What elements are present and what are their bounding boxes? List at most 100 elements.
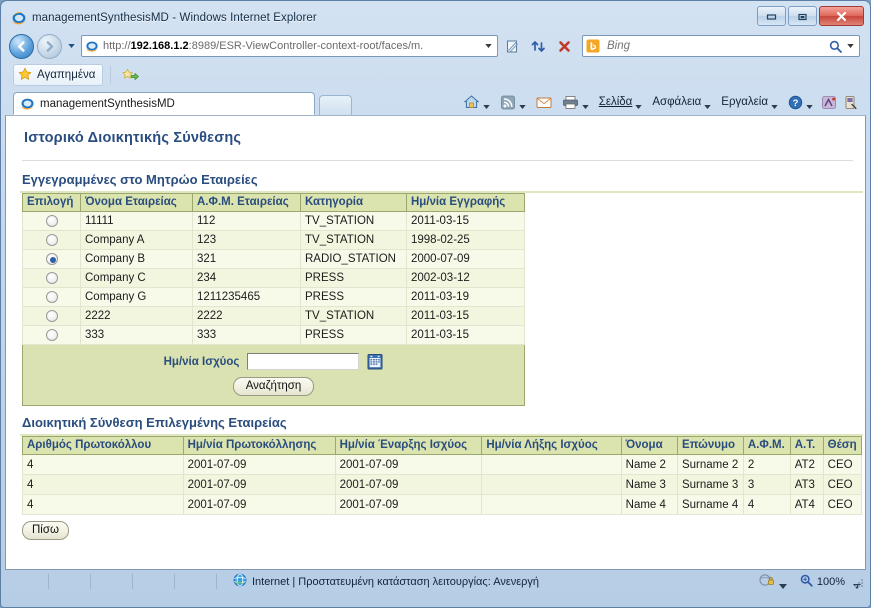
selection-cell[interactable] (22, 287, 81, 308)
company-radio[interactable] (45, 310, 58, 323)
compatibility-view-button[interactable] (501, 35, 524, 57)
refresh-button[interactable] (527, 35, 550, 57)
category-cell: PRESS (300, 268, 407, 289)
tools-menu[interactable]: Εργαλεία (717, 91, 782, 113)
company-radio[interactable] (45, 291, 58, 304)
category-cell: TV_STATION (300, 230, 407, 251)
magnifier-icon[interactable] (800, 574, 813, 590)
back-page-button[interactable]: Πίσω (22, 521, 69, 541)
back-button[interactable] (9, 33, 34, 59)
position-cell: CEO (822, 454, 863, 476)
chevron-down-icon[interactable] (483, 100, 490, 109)
company-radio[interactable] (45, 272, 58, 285)
table-row[interactable]: 11111 112 TV_STATION 2011-03-15 (22, 211, 525, 232)
page-viewport: Ιστορικό Διοικητικής Σύνθεσης Εγγεγραμμέ… (5, 115, 866, 570)
selection-cell[interactable] (22, 306, 81, 327)
validity-date-input[interactable] (247, 353, 360, 371)
page-menu[interactable]: Σελίδα (595, 91, 647, 113)
table-row[interactable]: Company G 1211235465 PRESS 2011-03-19 (22, 287, 525, 308)
table-row[interactable]: 333 333 PRESS 2011-03-15 (22, 325, 525, 346)
table-row[interactable]: Company C 234 PRESS 2002-03-12 (22, 268, 525, 289)
registration-date-cell: 1998-02-25 (406, 230, 525, 251)
col-protocol-date: Ημ/νία Πρωτοκόλλησης (182, 436, 336, 456)
forward-button[interactable] (37, 33, 62, 59)
read-mail-button[interactable] (532, 91, 556, 113)
privacy-report-icon[interactable] (759, 573, 775, 590)
calendar-icon[interactable] (367, 353, 383, 370)
company-radio[interactable] (45, 234, 58, 247)
research-button[interactable] (841, 91, 860, 113)
browser-window: managementSynthesisMD - Windows Internet… (0, 0, 871, 608)
feeds-button[interactable] (496, 91, 530, 113)
search-button[interactable]: Αναζήτηση (232, 377, 315, 397)
chevron-down-icon[interactable] (519, 100, 526, 109)
search-go-icon[interactable] (826, 35, 844, 57)
col-position: Θέση (822, 436, 863, 456)
table-row[interactable]: Company B 321 RADIO_STATION 2000-07-09 (22, 249, 525, 270)
company-radio[interactable] (45, 329, 58, 342)
restore-button[interactable] (788, 6, 817, 26)
minimize-button[interactable] (757, 6, 786, 26)
table-row[interactable]: Company A 123 TV_STATION 1998-02-25 (22, 230, 525, 251)
start-date-cell: 2001-07-09 (334, 494, 483, 516)
print-button[interactable] (558, 91, 593, 113)
selection-cell[interactable] (22, 325, 81, 346)
title-divider (22, 160, 853, 161)
addon-button[interactable] (819, 91, 839, 113)
safety-menu[interactable]: Ασφάλεια (648, 91, 715, 113)
chevron-down-icon[interactable] (704, 100, 711, 109)
col-selection: Επιλογή (22, 193, 81, 212)
printer-icon (562, 95, 579, 110)
id-number-cell: AT2 (789, 454, 824, 476)
registration-date-cell: 2002-03-12 (406, 268, 525, 289)
company-name-cell: Company A (80, 230, 193, 251)
company-radio[interactable] (45, 253, 58, 266)
col-afm: Α.Φ.Μ. (742, 436, 791, 456)
end-date-cell (481, 474, 622, 496)
ie-logo-icon (20, 96, 35, 111)
page-content: Ιστορικό Διοικητικής Σύνθεσης Εγγεγραμμέ… (6, 116, 865, 569)
status-cell (175, 574, 217, 589)
chevron-down-icon[interactable] (806, 100, 813, 109)
search-input[interactable] (605, 39, 826, 53)
chevron-down-icon[interactable] (635, 100, 643, 109)
table-row[interactable]: 4 2001-07-09 2001-07-09 Name 4 Surname 4 4 AT4… (22, 494, 863, 516)
stop-button[interactable] (553, 35, 576, 57)
status-cell (49, 574, 91, 589)
new-tab-button[interactable] (319, 95, 352, 115)
close-button[interactable] (819, 6, 864, 26)
table-row[interactable]: 4 2001-07-09 2001-07-09 Name 3 Surname 3 3 AT3… (22, 474, 863, 496)
selection-cell[interactable] (22, 249, 81, 270)
company-name-cell: Company G (80, 287, 193, 308)
selection-cell[interactable] (22, 211, 81, 232)
chevron-down-icon[interactable] (778, 580, 787, 589)
add-to-favorites-icon[interactable] (118, 64, 142, 86)
col-first-name: Όνομα (620, 436, 678, 456)
table-row[interactable]: 2222 2222 TV_STATION 2011-03-15 (22, 306, 525, 327)
table-row[interactable]: 4 2001-07-09 2001-07-09 Name 2 Surname 2 2 AT2… (22, 454, 863, 476)
home-button[interactable] (459, 91, 494, 113)
recent-pages-dropdown[interactable] (65, 35, 78, 57)
globe-icon (233, 573, 247, 590)
company-radio[interactable] (45, 215, 58, 227)
favorites-button[interactable]: Αγαπημένα (13, 64, 104, 86)
search-dropdown-icon[interactable] (844, 35, 857, 57)
ie-logo-icon (11, 10, 27, 26)
address-bar[interactable]: http://192.168.1.2:8989/ESR-ViewControll… (81, 35, 498, 57)
selection-cell[interactable] (22, 230, 81, 251)
address-dropdown-icon[interactable] (481, 44, 495, 48)
bing-icon (586, 39, 600, 53)
resize-grip[interactable] (853, 577, 865, 592)
validity-date-label: Ημ/νία Ισχύος (163, 355, 240, 368)
chevron-down-icon[interactable] (771, 100, 778, 109)
tab-management-synthesis-md[interactable]: managementSynthesisMD (13, 92, 315, 115)
security-zone[interactable]: Internet | Προστατευμένη κατάσταση λειτο… (233, 573, 539, 590)
help-button[interactable]: ? (784, 91, 817, 113)
chevron-down-icon[interactable] (582, 100, 589, 109)
id-number-cell: AT4 (789, 494, 824, 516)
search-box[interactable] (582, 35, 860, 57)
company-name-cell: 11111 (80, 211, 193, 232)
col-protocol-number: Αριθμός Πρωτοκόλλου (22, 436, 184, 456)
selection-cell[interactable] (22, 268, 81, 289)
category-cell: TV_STATION (300, 306, 407, 327)
